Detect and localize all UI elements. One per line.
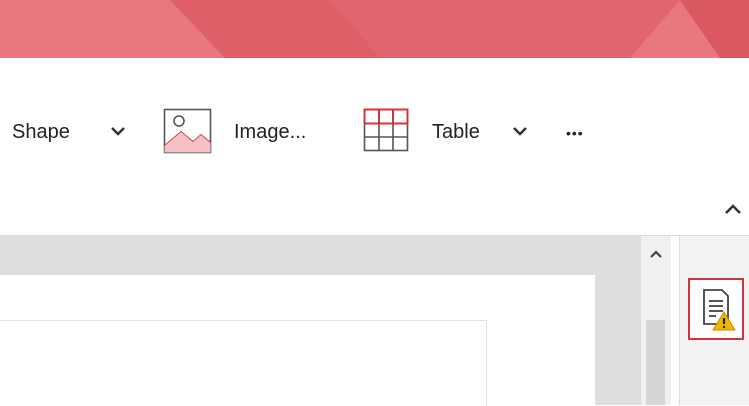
collapse-ribbon-icon[interactable] [724, 203, 742, 215]
accessibility-checker-button[interactable] [688, 278, 744, 340]
ribbon: Shape Image... Table ••• [0, 58, 749, 236]
more-icon: ••• [566, 125, 584, 141]
accessibility-checker-icon [703, 289, 736, 331]
title-bar-pattern [0, 0, 749, 58]
table-chevron-down-icon[interactable] [512, 125, 528, 137]
image-icon[interactable] [163, 108, 213, 154]
image-button[interactable]: Image... [234, 117, 306, 147]
canvas-gutter [595, 236, 641, 405]
shape-label: Shape [12, 120, 70, 143]
image-label: Image... [234, 120, 307, 143]
table-icon[interactable] [363, 108, 409, 152]
shape-chevron-down-icon[interactable] [110, 125, 126, 137]
shape-button[interactable]: Shape [12, 117, 70, 147]
scroll-up-icon[interactable] [649, 249, 663, 259]
page-margin-guide [0, 320, 487, 406]
scrollbar-thumb[interactable] [646, 320, 665, 405]
more-button[interactable]: ••• [566, 118, 584, 148]
title-bar [0, 0, 749, 58]
table-button[interactable]: Table [432, 117, 480, 147]
table-label: Table [432, 120, 480, 143]
